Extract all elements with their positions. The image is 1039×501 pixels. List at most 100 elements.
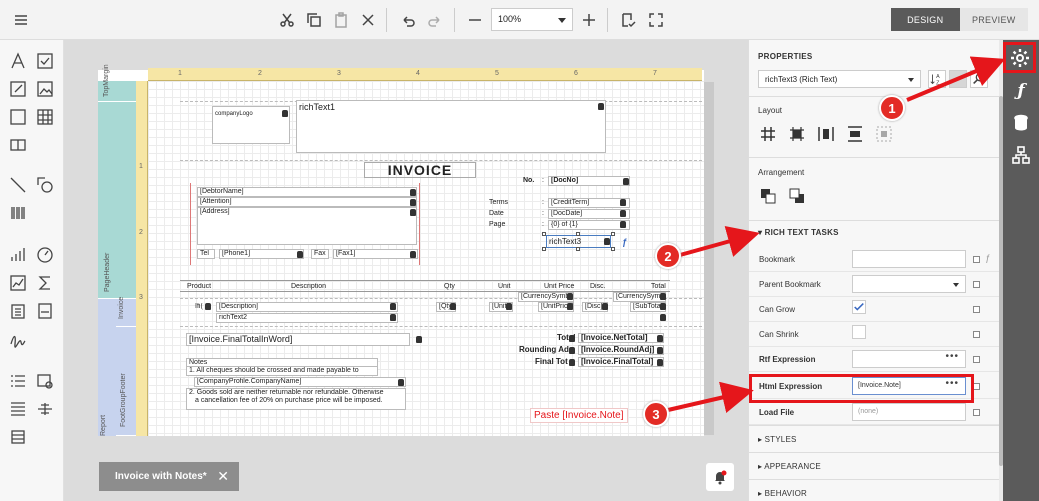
signature-tool-icon[interactable]	[9, 330, 27, 348]
load-file-input[interactable]: (none)	[852, 403, 966, 421]
property-marker[interactable]	[973, 383, 980, 390]
invoice-title[interactable]: INVOICE	[364, 162, 476, 178]
property-marker[interactable]	[973, 281, 980, 288]
fx-icon[interactable]: ƒ	[985, 253, 990, 263]
final-total-in-word-field[interactable]: [Invoice.FinalTotalInWord]	[186, 333, 410, 346]
selection-handle[interactable]	[576, 247, 580, 251]
can-grow-checkbox[interactable]	[852, 300, 866, 314]
zoom-in-icon[interactable]	[578, 9, 600, 31]
paste-icon[interactable]	[330, 9, 352, 31]
zoom-select[interactable]: 100%	[491, 8, 573, 31]
picture-tool-icon[interactable]	[36, 80, 54, 98]
band-page-header[interactable]: PageHeader	[98, 102, 136, 299]
gauge-tool-icon[interactable]	[36, 246, 54, 264]
selection-handle[interactable]	[576, 232, 580, 236]
search-button[interactable]	[970, 70, 988, 88]
validate-icon[interactable]	[617, 9, 639, 31]
rtf-expression-input[interactable]: •••	[852, 350, 966, 368]
can-shrink-checkbox[interactable]	[852, 325, 866, 339]
cross-band-line-tool-icon[interactable]	[36, 400, 54, 418]
behavior-group[interactable]: ▸ BEHAVIOR	[758, 489, 807, 498]
richtext-tool-icon[interactable]	[9, 80, 27, 98]
expression-tab-fx-icon[interactable]: ƒ	[1010, 80, 1032, 102]
menu-icon[interactable]	[10, 9, 32, 31]
fullscreen-icon[interactable]	[645, 9, 667, 31]
rich-text-tasks-header[interactable]: ▾ RICH TEXT TASKS	[758, 228, 839, 237]
net-total-field[interactable]: [Invoice.NetTotal]	[578, 333, 664, 343]
page-break-tool-icon[interactable]	[9, 400, 27, 418]
credit-term-field[interactable]: [CreditTerm]	[548, 198, 630, 208]
property-marker[interactable]	[973, 356, 980, 363]
close-tab-icon[interactable]: ✕	[217, 468, 229, 485]
preview-button[interactable]: PREVIEW	[959, 8, 1028, 31]
checkbox-tool-icon[interactable]	[36, 52, 54, 70]
doc-date-field[interactable]: [DocDate]	[548, 209, 630, 219]
send-to-back-icon[interactable]	[788, 187, 806, 205]
line-tool-icon[interactable]	[9, 176, 27, 194]
expression-fx-icon[interactable]: ƒ	[622, 237, 627, 247]
copy-icon[interactable]	[303, 9, 325, 31]
item-code-field[interactable]: Ifi(	[192, 302, 206, 312]
rich-text1[interactable]: richText1	[296, 100, 606, 153]
categorized-button[interactable]	[949, 70, 967, 88]
band-top-margin[interactable]: TopMargin	[98, 64, 136, 102]
selection-handle[interactable]	[542, 247, 546, 251]
field-list-database-icon[interactable]	[1010, 112, 1032, 134]
attention-field[interactable]: [Attention]	[197, 197, 417, 207]
company-logo-picture[interactable]: companyLogo	[212, 106, 290, 144]
selection-handle[interactable]	[542, 232, 546, 236]
center-horizontally-icon[interactable]	[817, 125, 835, 143]
selection-handle[interactable]	[611, 247, 615, 251]
delete-icon[interactable]	[357, 9, 379, 31]
phone1-field[interactable]: [Phone1]	[219, 249, 304, 259]
barcode-tool-icon[interactable]	[9, 204, 27, 222]
notification-bell-icon[interactable]	[706, 463, 734, 491]
center-vertically-icon[interactable]	[846, 125, 864, 143]
note1-text[interactable]: 1. All cheques should be crossed and mad…	[186, 366, 378, 376]
table-tool-icon[interactable]	[36, 108, 54, 126]
bring-to-front-icon[interactable]	[759, 187, 777, 205]
undo-icon[interactable]	[397, 9, 419, 31]
cross-band-box-tool-icon[interactable]	[9, 428, 27, 446]
label-tool-icon[interactable]	[9, 52, 27, 70]
rich-text2[interactable]: richText2	[216, 313, 398, 323]
ellipsis-button[interactable]: •••	[945, 351, 959, 362]
sparkline-tool-icon[interactable]	[9, 274, 27, 292]
page-info-tool-icon[interactable]	[36, 372, 54, 390]
bring-to-grid-icon[interactable]	[875, 125, 893, 143]
styles-group[interactable]: ▸ STYLES	[758, 435, 797, 444]
fax1-field[interactable]: [Fax1]	[333, 249, 418, 259]
debtor-name-field[interactable]: [DebtorName]	[197, 187, 417, 197]
subreport-tool-icon[interactable]	[9, 302, 27, 320]
zoom-out-icon[interactable]	[464, 9, 486, 31]
property-marker[interactable]	[973, 331, 980, 338]
sort-alpha-button[interactable]: AZ	[928, 70, 946, 88]
size-to-grid-icon[interactable]	[788, 125, 806, 143]
final-total-field[interactable]: [Invoice.FinalTotal]	[578, 357, 664, 367]
parent-bookmark-select[interactable]	[852, 275, 966, 293]
cut-icon[interactable]	[276, 9, 298, 31]
panel-tool-icon[interactable]	[9, 108, 27, 126]
chart-tool-icon[interactable]	[9, 246, 27, 264]
appearance-group[interactable]: ▸ APPEARANCE	[758, 462, 821, 471]
property-marker[interactable]	[973, 256, 980, 263]
round-adj-field[interactable]: [Invoice.RoundAdj]	[578, 345, 664, 355]
align-grid-icon[interactable]	[759, 125, 777, 143]
address-field[interactable]: [Address]	[197, 207, 417, 245]
surface-scrollbar[interactable]	[704, 82, 714, 435]
property-marker[interactable]	[973, 409, 980, 416]
properties-tab-gear-icon[interactable]	[1003, 42, 1036, 73]
report-tab[interactable]: Invoice with Notes* ✕	[99, 462, 239, 491]
doc-no-field[interactable]: [DocNo]	[548, 176, 630, 186]
character-comb-tool-icon[interactable]	[9, 136, 27, 154]
note2-text[interactable]: 2. Goods sold are neither returnable nor…	[186, 388, 406, 410]
shape-tool-icon[interactable]	[36, 176, 54, 194]
description-field[interactable]: [Description]	[216, 302, 398, 312]
report-explorer-icon[interactable]	[1010, 144, 1032, 166]
page-info-field[interactable]: {0} of {1}	[548, 220, 630, 230]
toc-tool-icon[interactable]	[9, 372, 27, 390]
selection-handle[interactable]	[611, 232, 615, 236]
pdf-tool-icon[interactable]	[36, 302, 54, 320]
bookmark-input[interactable]	[852, 250, 966, 268]
redo-icon[interactable]	[424, 9, 446, 31]
